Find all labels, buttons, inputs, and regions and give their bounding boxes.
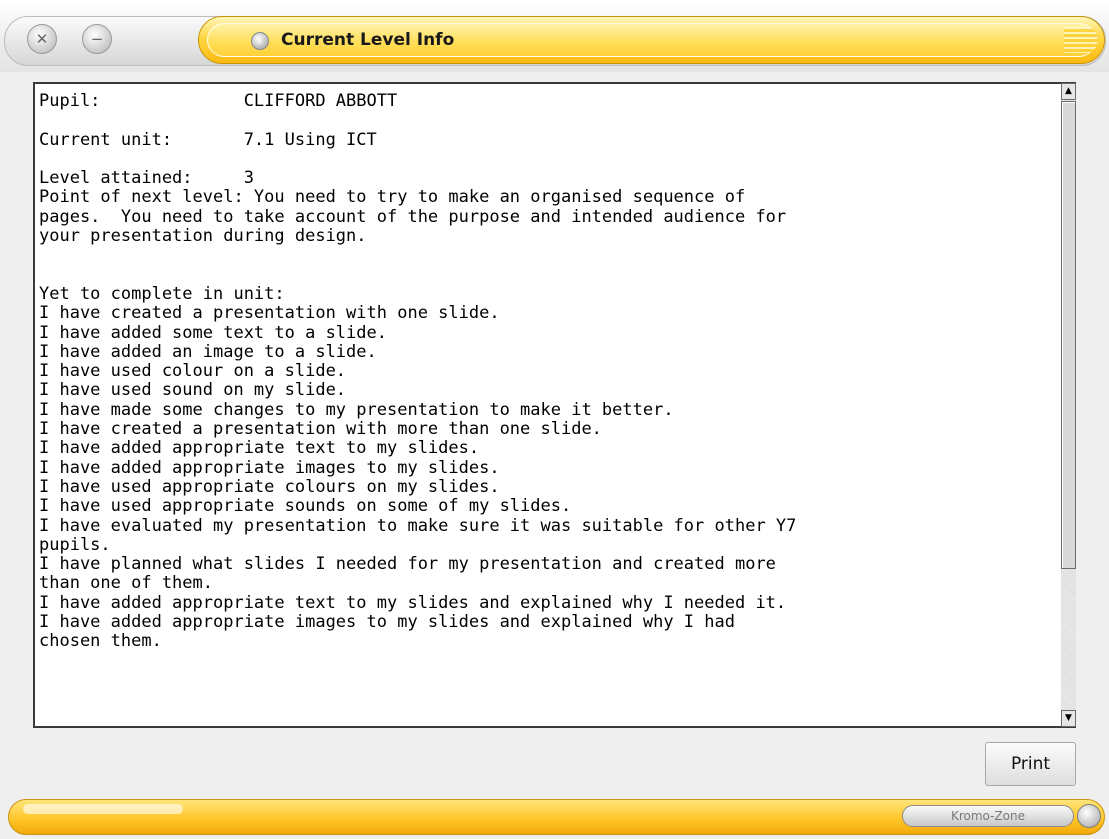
close-icon: ✕ [35,30,49,48]
close-button[interactable]: ✕ [27,24,57,54]
scroll-up-button[interactable]: ▲ [1061,83,1076,100]
text-line: Current unit: 7.1 Using ICT [39,129,377,150]
arrow-up-icon: ▲ [1065,86,1072,96]
text-line: Yet to complete in unit: [39,283,285,304]
text-line: I have added appropriate text to my slid… [39,438,480,459]
text-line: I have used colour on a slide. [39,361,347,382]
text-line: chosen them. [39,631,162,652]
text-line: I have added appropriate text to my slid… [39,592,787,613]
text-line: Pupil: CLIFFORD ABBOTT [39,91,398,111]
print-button[interactable]: Print [985,742,1076,786]
text-line: I have evaluated my presentation to make… [39,515,797,536]
text-line: I have added appropriate images to my sl… [39,612,735,633]
text-line: Point of next level: You need to try to … [39,187,746,208]
text-line: pupils. [39,534,111,555]
minimize-icon: − [90,30,104,48]
text-line: I have created a presentation with more … [39,419,602,440]
current-level-info-window: ✕ − › Current Level Info Pupil: CLIFFORD… [0,0,1109,839]
text-line: I have added appropriate images to my sl… [39,457,500,478]
level-info-textarea[interactable]: Pupil: CLIFFORD ABBOTT Current unit: 7.1 … [33,82,1076,728]
text-line: I have used appropriate colours on my sl… [39,476,500,497]
arrow-down-icon: ▼ [1065,713,1072,723]
vertical-scrollbar[interactable]: ▲ ▼ [1061,83,1076,727]
text-line: I have added some text to a slide. [39,322,387,343]
resize-knob[interactable] [1077,804,1101,828]
text-line: I have added an image to a slide. [39,341,377,362]
bottom-bar-shine [23,804,183,814]
text-line: I have used sound on my slide. [39,380,347,401]
text-line: I have made some changes to my presentat… [39,399,674,420]
minimize-button[interactable]: − [82,24,112,54]
scroll-down-button[interactable]: ▼ [1061,710,1076,727]
text-line: I have planned what slides I needed for … [39,554,776,575]
text-line: I have created a presentation with one s… [39,303,500,324]
text-line: your presentation during design. [39,226,367,247]
chevron-right-icon: › [251,32,269,50]
title-pill: › Current Level Info [198,16,1105,64]
title-decoration [1064,27,1098,53]
title-bar: ✕ − › Current Level Info [0,0,1109,72]
level-info-text: Pupil: CLIFFORD ABBOTT Current unit: 7.1 … [39,91,1054,652]
text-line: I have used appropriate sounds on some o… [39,496,572,517]
text-line: pages. You need to take account of the p… [39,206,787,227]
brand-label: Kromo-Zone [902,805,1074,827]
text-line: Level attained: 3 [39,168,254,189]
scrollbar-thumb[interactable] [1061,101,1076,569]
text-line: than one of them. [39,573,213,594]
window-title: Current Level Info [281,30,455,50]
